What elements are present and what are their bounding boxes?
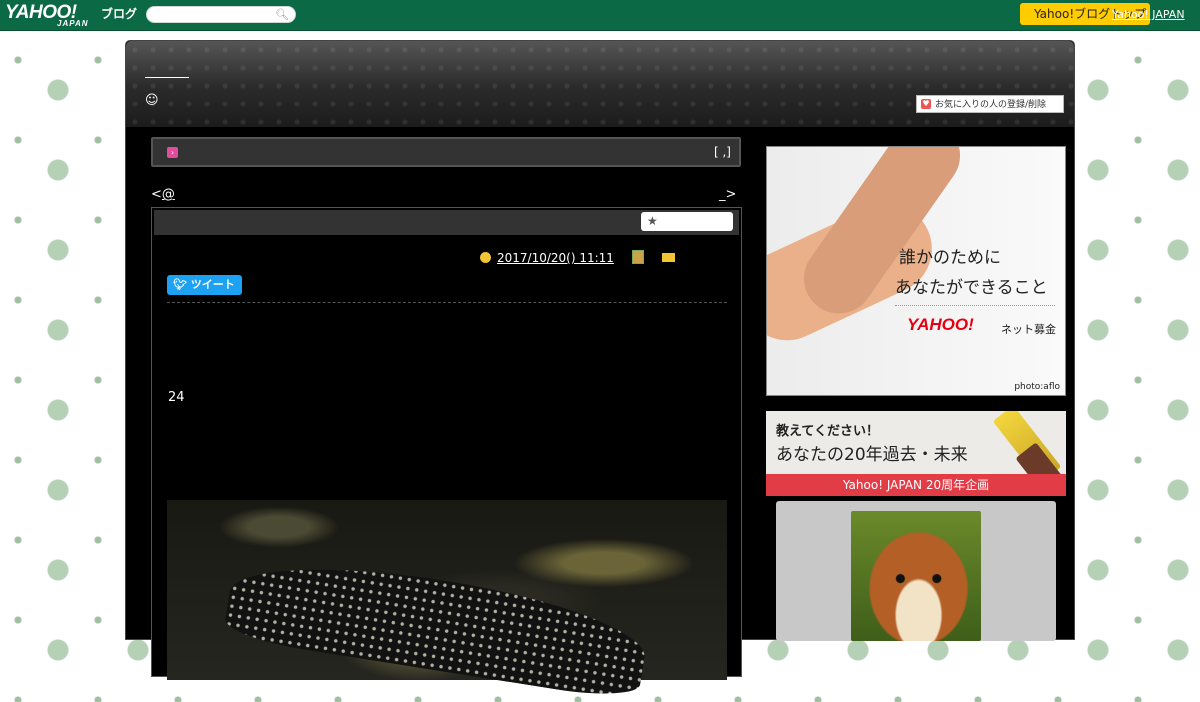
yahoo-japan-link[interactable]: Yahoo! JAPAN: [1112, 8, 1185, 21]
chevron-right-icon: ›: [167, 147, 178, 158]
article-meta: 2017/10/20() 11:11: [480, 250, 679, 265]
charity-ad-banner[interactable]: 誰かのために あなたができること YAHOO! ネット募金 photo:aflo: [766, 146, 1066, 396]
spotted-fish: [222, 547, 652, 702]
ad1-line2: あなたができること: [895, 278, 1048, 298]
anniversary-ad-banner[interactable]: 教えてください！ あなたの20年過去・未来 Yahoo! JAPAN 20周年企…: [766, 411, 1066, 496]
smiley-icon: ☺: [145, 93, 159, 108]
twitter-bird-icon: 🐦︎: [173, 278, 191, 291]
ad1-divider: [895, 305, 1055, 306]
star-button[interactable]: ★: [641, 212, 733, 231]
ad1-line1: 誰かのために: [899, 248, 1001, 268]
article-date-link[interactable]: 2017/10/20() 11:11: [497, 251, 614, 265]
prev-link[interactable]: @: [162, 187, 175, 202]
clock-icon: [480, 252, 491, 263]
favorite-register-button[interactable]: ♥ お気に入りの人の登録/削除: [916, 95, 1064, 113]
prev-prefix: <: [151, 187, 162, 202]
search-input[interactable]: 🔍︎: [146, 6, 296, 23]
ad1-logo-sub: ネット募金: [1001, 323, 1056, 336]
article-header: ★: [154, 210, 739, 235]
blog-title[interactable]: [145, 63, 189, 78]
profile-avatar[interactable]: [851, 511, 981, 641]
book-icon: [631, 250, 644, 264]
fish-photo[interactable]: [167, 500, 727, 702]
ad2-band: Yahoo! JAPAN 20周年企画: [766, 474, 1066, 496]
article-body-text: 24: [168, 390, 185, 405]
search-icon[interactable]: 🔍︎: [275, 8, 289, 21]
heart-icon: ♥: [921, 99, 931, 109]
divider: [167, 302, 727, 303]
category-brackets: [ ,]: [714, 145, 731, 159]
tweet-label: ツイート: [190, 278, 235, 291]
next-article-nav[interactable]: _>: [719, 187, 736, 202]
ad2-line1: 教えてください！: [776, 424, 879, 439]
profile-box: [776, 501, 1056, 641]
main-panel: ☺ ♥ お気に入りの人の登録/削除 › [ ,] <@ _> ★ 2017/10…: [125, 40, 1075, 702]
favorite-register-label: お気に入りの人の登録/削除: [935, 100, 1047, 110]
prev-article-nav[interactable]: <@: [151, 187, 175, 202]
yahoo-logo[interactable]: YAHOO! JAPAN: [5, 0, 89, 28]
folder-icon: [661, 253, 675, 262]
category-bar: › [ ,]: [151, 137, 741, 167]
ad1-yahoo-logo: YAHOO!: [907, 315, 974, 334]
logo-sub: JAPAN: [57, 19, 89, 28]
article: ★ 2017/10/20() 11:11 🐦︎ ツイート 24: [151, 207, 742, 702]
ad2-line2: あなたの20年過去・未来: [776, 445, 968, 465]
top-bar: YAHOO! JAPAN ブログ 🔍︎ Yahoo!ブログトップ Yahoo! …: [0, 0, 1200, 31]
ad1-credit: photo:aflo: [1014, 382, 1060, 392]
blog-header: ☺ ♥ お気に入りの人の登録/削除: [126, 41, 1074, 127]
tweet-button[interactable]: 🐦︎ ツイート: [167, 275, 242, 295]
star-icon: ★: [647, 214, 658, 228]
logo-blog[interactable]: ブログ: [101, 5, 137, 22]
